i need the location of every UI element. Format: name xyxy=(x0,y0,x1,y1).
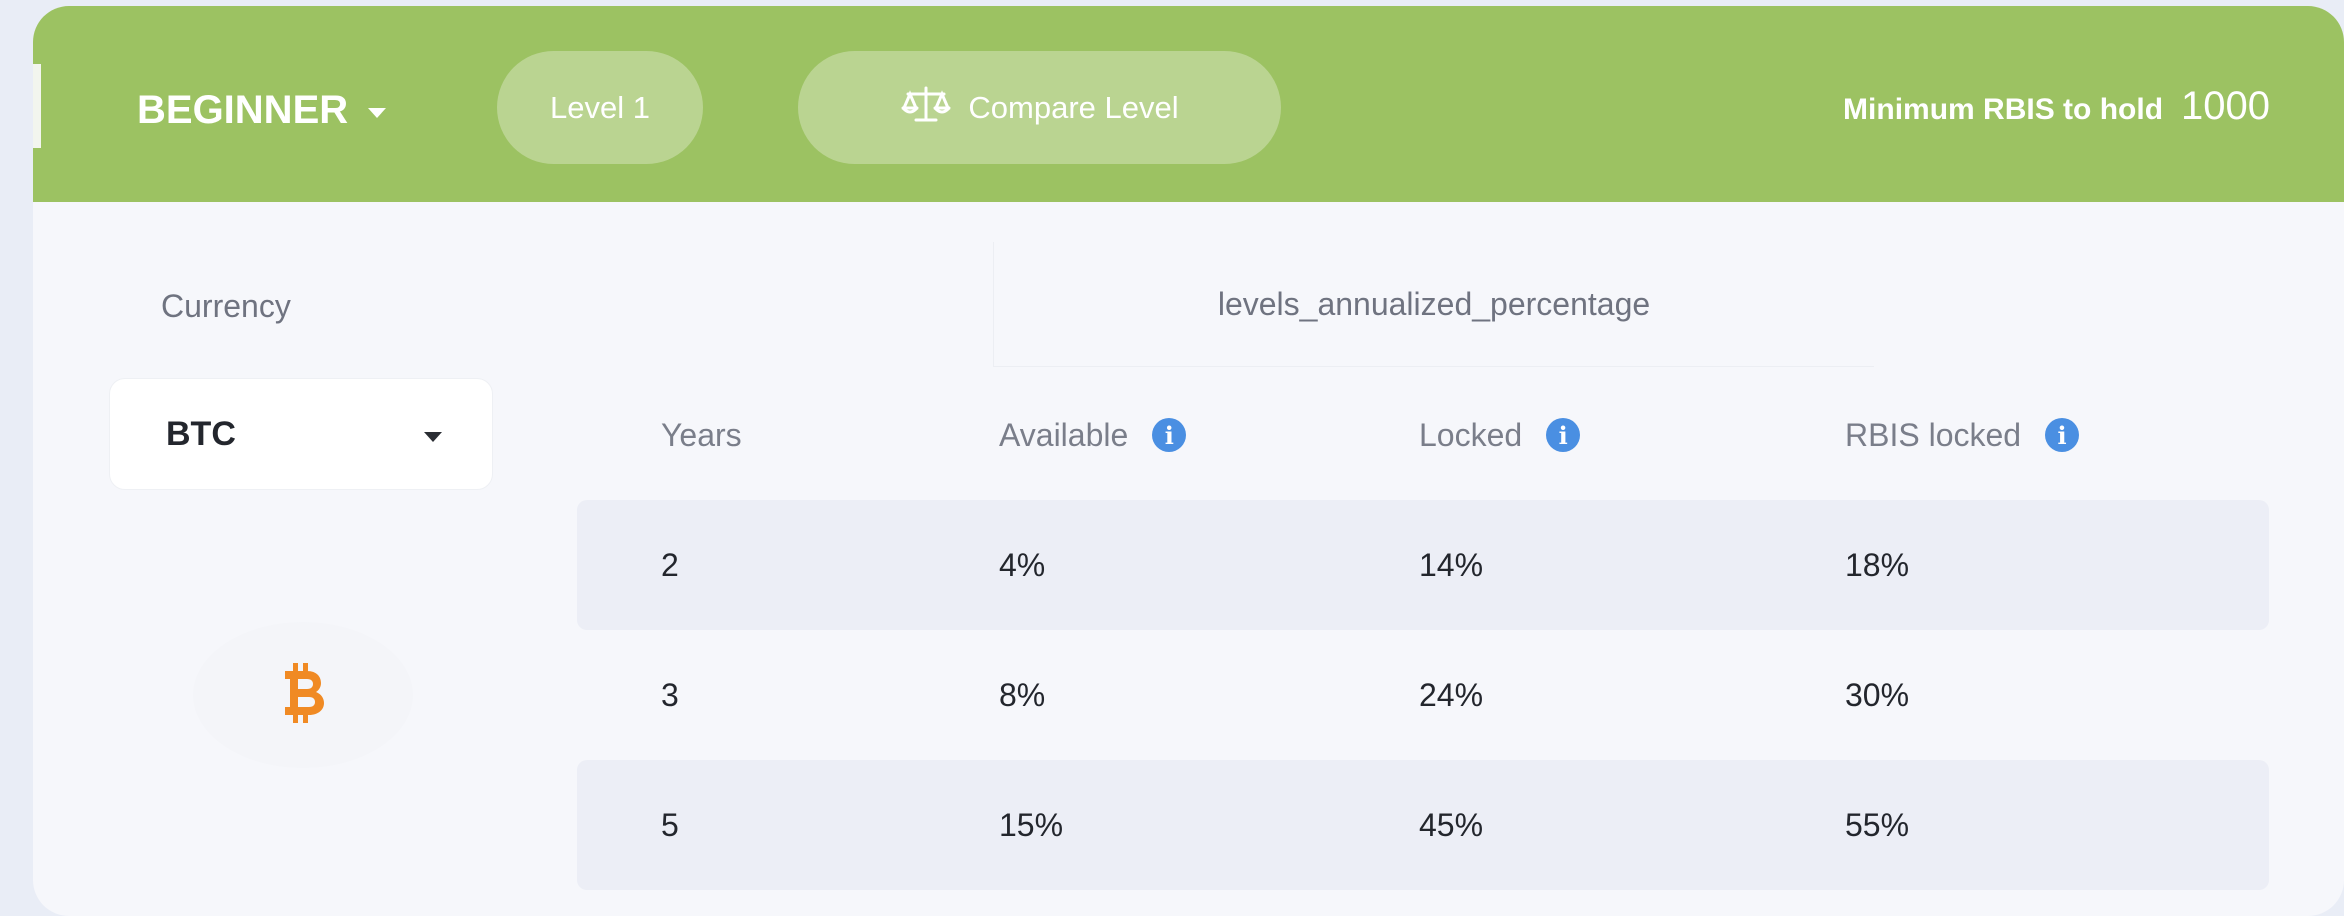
cell-available: 15% xyxy=(999,806,1064,843)
minimum-hold-label: Minimum RBIS to hold xyxy=(1843,93,2164,126)
currency-selected: BTC xyxy=(166,414,236,453)
cell-years: 2 xyxy=(661,546,679,583)
header-rbis-locked: RBIS locked i xyxy=(1845,370,2080,500)
annualized-percentage-title: levels_annualized_percentage xyxy=(993,242,1874,367)
info-icon[interactable]: i xyxy=(2045,418,2080,452)
info-icon[interactable]: i xyxy=(1152,418,1187,452)
header-rbis-locked-label: RBIS locked xyxy=(1845,416,2022,453)
bitcoin-icon xyxy=(281,661,325,730)
cell-rbis-locked: 30% xyxy=(1845,676,1910,713)
scale-icon xyxy=(900,84,952,132)
table-row: 3 8% 24% 30% xyxy=(577,630,2269,760)
minimum-hold-value: 1000 xyxy=(2181,84,2270,128)
table-row: 2 4% 14% 18% xyxy=(577,500,2269,630)
level-name: BEGINNER xyxy=(137,87,349,132)
minimum-hold: Minimum RBIS to hold 1000 xyxy=(1843,84,2270,129)
table-row: 5 15% 45% 55% xyxy=(577,760,2269,890)
currency-label: Currency xyxy=(161,288,291,324)
cell-locked: 24% xyxy=(1419,676,1484,713)
level-pill-label: Level 1 xyxy=(550,89,650,125)
compare-level-button[interactable]: Compare Level xyxy=(798,51,1281,164)
info-icon[interactable]: i xyxy=(1546,418,1581,452)
header-locked: Locked i xyxy=(1419,370,1581,500)
cell-locked: 45% xyxy=(1419,806,1484,843)
cell-years: 3 xyxy=(661,676,679,713)
header-locked-label: Locked xyxy=(1419,416,1523,453)
cell-years: 5 xyxy=(661,806,679,843)
level-header: BEGINNER Level 1 Compare Level Minimum R… xyxy=(33,6,2344,202)
level-1-button[interactable]: Level 1 xyxy=(497,51,703,164)
header-available: Available i xyxy=(999,370,1187,500)
cell-available: 4% xyxy=(999,546,1046,583)
annualized-percentage-text: levels_annualized_percentage xyxy=(1217,285,1651,322)
cell-rbis-locked: 55% xyxy=(1845,806,1910,843)
table-header-row: Years Available i Locked i RBIS locked i xyxy=(577,370,2269,500)
chevron-down-icon xyxy=(424,432,442,442)
compare-level-label: Compare Level xyxy=(968,89,1179,125)
level-card: BEGINNER Level 1 Compare Level Minimum R… xyxy=(33,6,2344,916)
level-dropdown[interactable]: BEGINNER xyxy=(137,80,387,140)
header-years-label: Years xyxy=(661,416,742,453)
chevron-down-icon xyxy=(368,108,387,118)
header-years: Years xyxy=(661,370,742,500)
cell-rbis-locked: 18% xyxy=(1845,546,1910,583)
cell-locked: 14% xyxy=(1419,546,1484,583)
cell-available: 8% xyxy=(999,676,1046,713)
header-available-label: Available xyxy=(999,416,1129,453)
header-notch xyxy=(33,64,41,148)
currency-dropdown[interactable]: BTC xyxy=(109,378,493,490)
levels-table: Years Available i Locked i RBIS locked i… xyxy=(577,370,2269,890)
coin-badge xyxy=(193,622,413,768)
